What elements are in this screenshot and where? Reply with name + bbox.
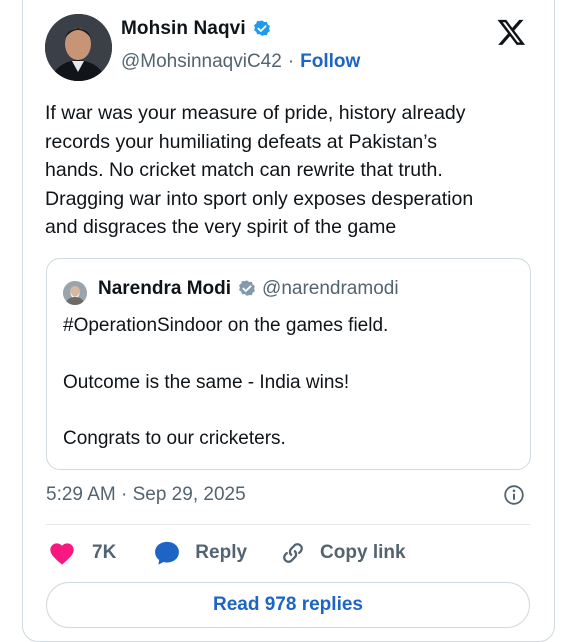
quoted-author-avatar[interactable] [63,281,87,305]
tweet-line: If war was your measure of pride, histor… [45,102,466,124]
x-logo-icon[interactable] [496,17,527,47]
divider [46,524,530,525]
tweet-line: records your humiliating defeats at Paki… [45,130,438,153]
link-icon [283,543,303,563]
author-handle-row: @MohsinnaqviC42 · Follow [121,51,360,73]
read-replies-button[interactable]: Read 978 replies [46,582,530,628]
tweet-text: If war was your measure of pride, histor… [45,99,525,242]
copy-link-label: Copy link [320,542,406,563]
quoted-tweet[interactable]: Narendra Modi @narendramodi #OperationSi… [46,258,531,470]
info-icon[interactable] [503,484,525,506]
verified-badge-icon [239,280,255,296]
like-button[interactable]: 7K [48,540,116,566]
follow-button[interactable]: Follow [300,51,360,73]
tweet-line: hands. No cricket match can rewrite that… [45,159,443,181]
quoted-text-line: #OperationSindoor on the games field. [63,315,389,336]
quoted-author-name: Narendra Modi [98,278,232,299]
reply-bubble-icon [155,541,180,565]
tweet-line: Dragging war into sport only exposes des… [45,187,474,210]
heart-icon [50,543,74,565]
action-bar: 7K Reply Copy link [48,539,406,567]
quoted-text-line: Outcome is the same - India wins! [63,372,350,393]
verified-badge-icon [253,20,270,36]
author-handle[interactable]: @MohsinnaqviC42 [121,51,282,73]
copy-link-button[interactable]: Copy link [280,540,406,566]
tweet-line: and disgraces the very spirit of the gam… [45,216,397,238]
author-name[interactable]: Mohsin Naqvi [121,18,246,40]
quoted-author-handle: @narendramodi [262,278,399,299]
author-avatar[interactable] [45,14,112,81]
separator-dot: · [287,51,295,72]
reply-label: Reply [195,542,248,563]
quoted-text-line: Congrats to our cricketers. [63,428,286,449]
author-name-row: Mohsin Naqvi [121,18,272,40]
reply-button[interactable]: Reply [153,540,247,566]
tweet-timestamp[interactable]: 5:29 AM · Sep 29, 2025 [46,484,246,506]
quoted-name-row: Narendra Modi @narendramodi [98,278,399,300]
like-count: 7K [92,542,117,563]
